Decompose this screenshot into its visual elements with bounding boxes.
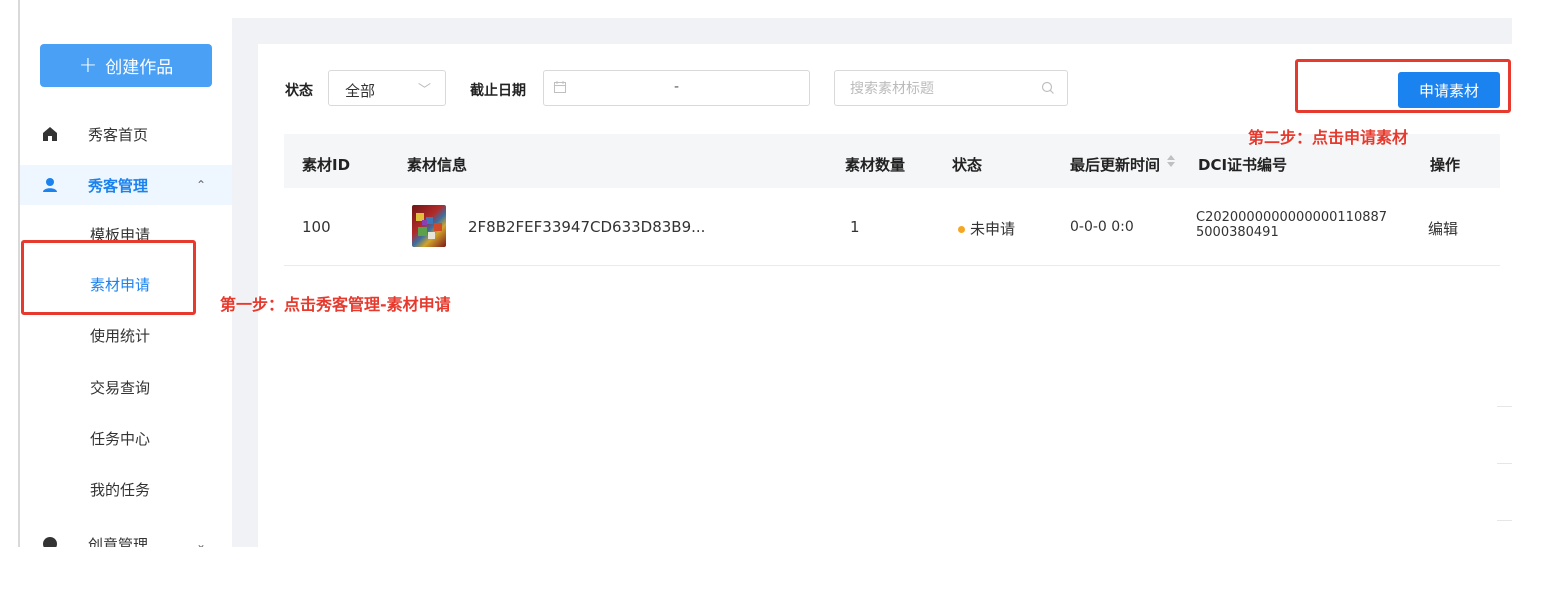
user-icon bbox=[43, 178, 57, 192]
edge-line bbox=[1497, 463, 1512, 464]
cell-id: 100 bbox=[302, 218, 331, 236]
status-text: 未申请 bbox=[970, 220, 1016, 238]
status-filter-label: 状态 bbox=[285, 83, 313, 99]
calendar-icon bbox=[554, 81, 566, 93]
sort-icon[interactable] bbox=[1166, 153, 1176, 169]
sidebar-subitem-usage-stats[interactable]: 使用统计 bbox=[90, 325, 150, 346]
status-dot bbox=[958, 226, 965, 233]
circle-icon bbox=[43, 537, 57, 547]
chevron-up-icon: ⌃ bbox=[196, 178, 207, 192]
dci-line-2: 5000380491 bbox=[1196, 225, 1279, 240]
date-range-separator: - bbox=[674, 79, 680, 95]
date-filter-label: 截止日期 bbox=[470, 83, 526, 99]
chevron-down-icon: ﹀ bbox=[417, 83, 431, 98]
step2-highlight-box bbox=[1295, 59, 1511, 113]
sidebar-item-label: 秀客首页 bbox=[88, 125, 149, 144]
plus-icon: + bbox=[78, 52, 98, 78]
search-icon[interactable] bbox=[1041, 81, 1055, 95]
edge-line bbox=[1497, 520, 1512, 521]
column-header-dci: DCI证书编号 bbox=[1198, 156, 1288, 174]
sidebar-item-showke-manage[interactable]: 秀客管理 ⌃ bbox=[20, 165, 232, 205]
column-header-status: 状态 bbox=[952, 156, 983, 174]
sidebar-item-label: 秀客管理 bbox=[88, 176, 149, 195]
dci-line-1: C2020000000000000110887 bbox=[1196, 210, 1388, 225]
status-select-value: 全部 bbox=[345, 82, 376, 100]
sidebar-subitem-my-tasks[interactable]: 我的任务 bbox=[90, 479, 150, 500]
sidebar-subitem-transactions[interactable]: 交易查询 bbox=[90, 377, 150, 398]
step1-highlight-box bbox=[21, 240, 196, 315]
sidebar-subitem-task-center[interactable]: 任务中心 bbox=[90, 428, 150, 449]
edit-link[interactable]: 编辑 bbox=[1428, 218, 1458, 239]
home-icon bbox=[43, 127, 57, 141]
sidebar-item-label: 创意管理 bbox=[88, 535, 149, 548]
chevron-down-icon: ⌄ bbox=[196, 537, 207, 547]
cell-updated: 0-0-0 0:0 bbox=[1070, 219, 1134, 235]
sidebar-item-home[interactable]: 秀客首页 bbox=[20, 114, 232, 154]
cell-info: 2F8B2FEF33947CD633D83B9... bbox=[468, 218, 706, 236]
create-work-label: 创建作品 bbox=[105, 58, 174, 78]
create-work-button[interactable]: + 创建作品 bbox=[40, 44, 212, 87]
search-box[interactable] bbox=[834, 70, 1068, 106]
edge-line bbox=[1497, 406, 1512, 407]
column-header-info: 素材信息 bbox=[407, 156, 468, 174]
status-select[interactable]: 全部 ﹀ bbox=[328, 70, 446, 106]
search-input[interactable] bbox=[836, 72, 1042, 106]
sidebar-item-creative-manage[interactable]: 创意管理 ⌄ bbox=[20, 524, 232, 547]
row-divider bbox=[284, 265, 1500, 266]
column-header-action: 操作 bbox=[1430, 156, 1461, 174]
column-header-count: 素材数量 bbox=[845, 156, 906, 174]
cell-dci: C2020000000000000110887 5000380491 bbox=[1196, 210, 1387, 240]
step2-annotation: 第二步：点击申请素材 bbox=[1248, 128, 1409, 147]
thumbnail-image bbox=[416, 213, 442, 239]
step1-annotation: 第一步：点击秀客管理-素材申请 bbox=[220, 295, 451, 314]
material-thumbnail bbox=[412, 205, 446, 247]
cell-count: 1 bbox=[850, 218, 860, 236]
date-range-picker[interactable]: - bbox=[543, 70, 810, 106]
column-header-updated[interactable]: 最后更新时间 bbox=[1070, 154, 1160, 175]
cell-status: 未申请 bbox=[958, 218, 1015, 239]
column-header-id: 素材ID bbox=[302, 156, 351, 174]
